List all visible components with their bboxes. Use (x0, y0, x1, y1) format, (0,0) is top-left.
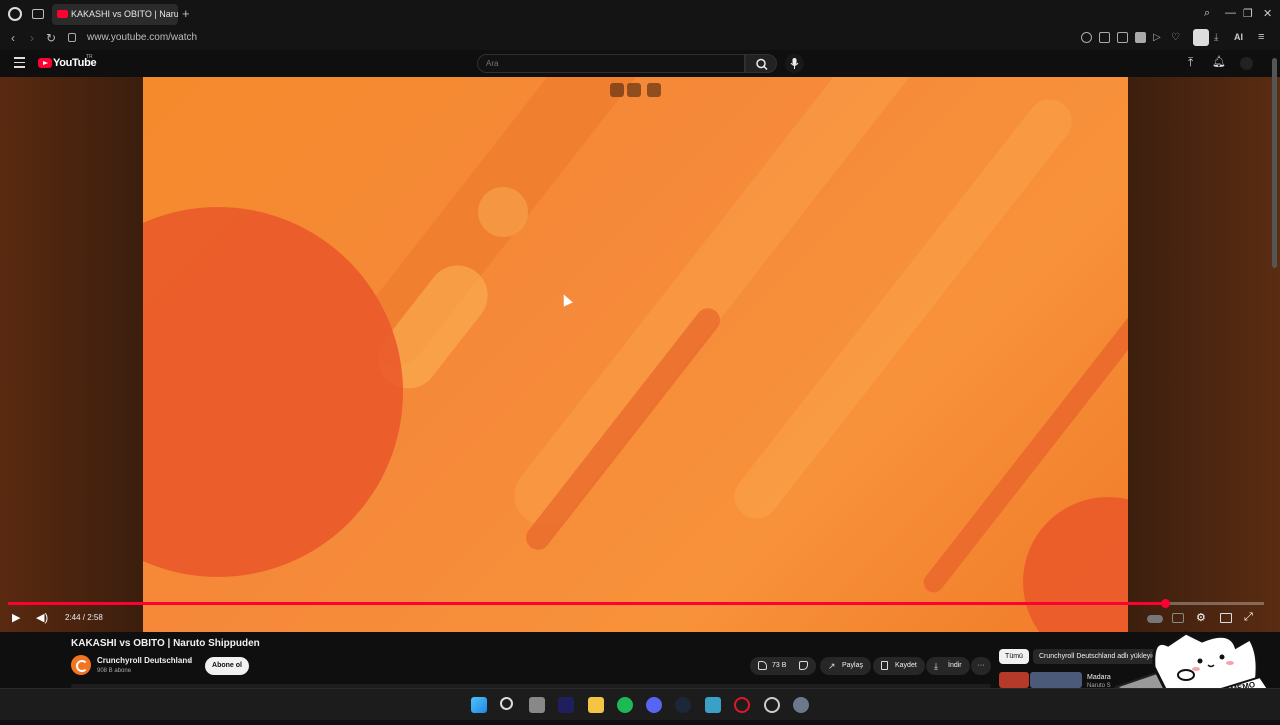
plus-icon[interactable]: + (182, 6, 190, 21)
search-icon (756, 58, 768, 71)
decorative-circle-right (1023, 497, 1128, 632)
decorative-circle-small (478, 187, 528, 237)
discord-icon[interactable] (646, 697, 662, 713)
dislike-button[interactable] (790, 657, 816, 675)
skip-icon[interactable] (647, 83, 661, 97)
menu-icon[interactable]: ≡ (1258, 31, 1264, 43)
play-icon[interactable]: ▷ (1153, 32, 1164, 43)
save-label: Kaydet (895, 662, 917, 669)
fullscreen-icon[interactable]: ⤢ (1244, 611, 1253, 624)
thumbs-up-icon (758, 661, 767, 670)
related-thumbnail[interactable] (1030, 672, 1082, 688)
like-count: 73 B (772, 662, 787, 669)
file-explorer-icon[interactable] (588, 697, 604, 713)
browser-tab-bar: KAKASHI vs OBITO | Naruto Shippuden + ⌕ … (0, 0, 1280, 28)
download-label: İndir (948, 662, 962, 669)
miniplayer-icon[interactable] (610, 83, 624, 97)
mouse-cursor-icon (559, 292, 573, 307)
forward-icon[interactable]: › (30, 31, 34, 45)
opera-gx-icon[interactable] (734, 697, 750, 713)
download-icon[interactable]: ⤓ (1214, 32, 1225, 43)
snapshot-icon[interactable] (1117, 32, 1128, 43)
task-view-icon[interactable] (529, 697, 545, 713)
share-label: Paylaş (842, 662, 864, 669)
chip-all[interactable]: Tümü (999, 649, 1029, 664)
restore-icon[interactable]: ❐ (1243, 7, 1253, 20)
search-icon[interactable] (500, 697, 513, 710)
minimize-icon[interactable]: — (1225, 7, 1236, 19)
upload-icon[interactable]: ⤒ (1188, 55, 1193, 70)
country-code: TR (86, 54, 93, 60)
progress-bar[interactable] (8, 599, 1264, 608)
settings-gear-icon[interactable] (793, 697, 809, 713)
zoom-icon[interactable] (1081, 32, 1092, 43)
subscriber-count: 908 B abone (97, 668, 132, 674)
youtube-favicon-icon (57, 10, 68, 18)
settings-gear-icon[interactable]: ⚙ (1196, 611, 1206, 624)
profile-avatar[interactable] (1193, 29, 1209, 46)
search-input[interactable]: Ara (477, 54, 745, 73)
related-thumbnail[interactable] (999, 672, 1029, 688)
more-actions-button[interactable]: ··· (971, 657, 991, 675)
spotify-icon[interactable] (617, 697, 633, 713)
play-button[interactable]: ▶ (12, 611, 20, 624)
pin-icon[interactable] (1099, 32, 1110, 43)
hamburger-menu-icon[interactable] (14, 57, 25, 71)
steam-icon[interactable] (675, 697, 691, 713)
windows-taskbar (0, 688, 1280, 720)
search-button[interactable] (745, 54, 777, 73)
share-icon: ↗ (828, 661, 836, 671)
share-button[interactable]: ↗ Paylaş (820, 657, 872, 675)
microphone-icon (790, 58, 799, 69)
save-button[interactable]: Kaydet (873, 657, 925, 675)
progress-scrubber[interactable] (1160, 599, 1170, 608)
account-avatar[interactable] (1240, 57, 1253, 70)
volume-icon[interactable]: ◀︎) (36, 611, 48, 624)
windows-start-icon[interactable] (471, 697, 487, 713)
opera-menu-icon[interactable] (8, 7, 22, 21)
voice-search-button[interactable] (785, 54, 804, 73)
subtitles-icon[interactable] (1172, 613, 1184, 623)
browser-tab-active[interactable]: KAKASHI vs OBITO | Naruto Shippuden (52, 4, 178, 25)
video-player[interactable]: ▶ ◀︎) 2:44 / 2:58 ⚙ ⤢ (0, 77, 1280, 632)
progress-fill (8, 602, 1165, 605)
decorative-circle (143, 207, 403, 577)
url-field[interactable]: www.youtube.com/watch (87, 32, 197, 43)
page-scrollbar[interactable] (1272, 58, 1277, 268)
app-icon[interactable] (764, 697, 780, 713)
bookmark-icon (881, 661, 888, 670)
ai-button[interactable]: AI (1234, 32, 1243, 42)
youtube-header: YouTube TR Ara ⤒ 🔔︎ (0, 50, 1280, 77)
lock-icon[interactable] (68, 33, 76, 42)
youtube-logo-icon[interactable] (38, 58, 52, 68)
notifications-bell-icon[interactable]: 🔔︎ (1212, 55, 1226, 68)
after-effects-icon[interactable] (558, 697, 574, 713)
address-bar: ‹ › ↻ www.youtube.com/watch ▷ ♡ ⤓ AI ≡ (0, 28, 1280, 50)
back-icon[interactable]: ‹ (11, 31, 15, 45)
video-info-section: KAKASHI vs OBITO | Naruto Shippuden Crun… (0, 632, 1280, 689)
reload-icon[interactable]: ↻ (46, 31, 56, 45)
download-icon: ⤓ (934, 661, 938, 671)
autoplay-toggle[interactable] (1147, 615, 1163, 623)
related-video-title[interactable]: Madara (1087, 674, 1111, 681)
video-title: KAKASHI vs OBITO | Naruto Shippuden (71, 638, 260, 649)
search-tabs-icon[interactable]: ⌕ (1204, 7, 1210, 20)
channel-name[interactable]: Crunchyroll Deutschland (97, 656, 192, 665)
time-display: 2:44 / 2:58 (65, 613, 103, 622)
video-frame[interactable] (143, 77, 1128, 632)
tab-list-icon[interactable] (32, 9, 44, 19)
thumbs-down-icon (799, 661, 808, 670)
search-placeholder: Ara (486, 59, 499, 68)
close-icon[interactable]: ✕ (1263, 7, 1272, 20)
theater-mode-icon[interactable] (1220, 613, 1232, 623)
verified-icon: ● (187, 659, 191, 665)
tab-title: KAKASHI vs OBITO | Naruto Shippuden (71, 9, 178, 19)
remote-desktop-icon[interactable] (705, 697, 721, 713)
shield-icon[interactable] (1135, 32, 1146, 43)
subscribe-button[interactable]: Abone ol (205, 657, 249, 675)
download-button[interactable]: ⤓ İndir (926, 657, 970, 675)
channel-avatar[interactable] (71, 655, 91, 675)
popout-icon[interactable] (627, 83, 641, 97)
heart-icon[interactable]: ♡ (1171, 32, 1182, 43)
